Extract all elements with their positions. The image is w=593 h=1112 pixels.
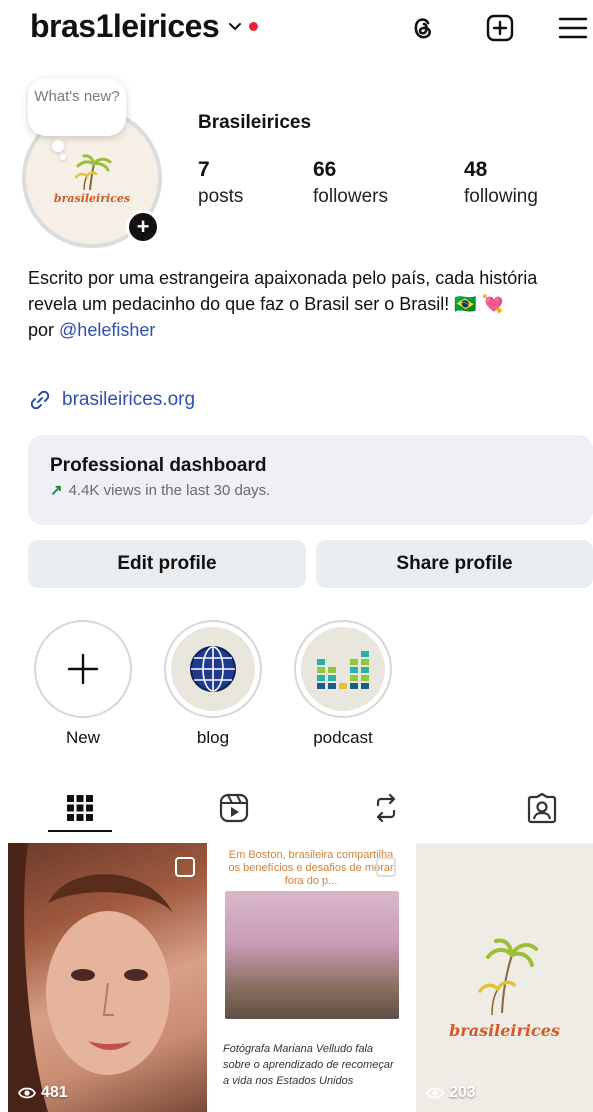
highlight-circle <box>294 620 392 718</box>
post-views: 203 <box>426 1084 476 1102</box>
notification-dot <box>249 22 259 31</box>
highlight-label: blog <box>196 728 230 747</box>
highlight-circle <box>34 620 132 718</box>
website-link-text: brasileirices.org <box>62 389 196 410</box>
professional-dashboard[interactable]: Professional dashboard ↗ 4.4K views in t… <box>28 435 593 525</box>
palm-tree-logo <box>478 938 538 1016</box>
dashboard-subtitle-row: ↗ 4.4K views in the last 30 days. <box>50 481 571 500</box>
highlight-label: podcast <box>313 728 373 747</box>
note-bubble[interactable]: What's new? <box>28 78 126 136</box>
tab-reposts[interactable] <box>366 788 406 828</box>
note-bubble-tail-small <box>60 154 66 160</box>
palm-tree-icon <box>74 153 112 190</box>
top-bar: bras1leirices <box>0 0 593 62</box>
chevron-down-icon <box>229 22 242 30</box>
tagged-icon <box>527 792 557 824</box>
threads-icon[interactable] <box>405 10 441 46</box>
eye-icon <box>426 1087 444 1099</box>
create-icon[interactable] <box>482 10 518 46</box>
tab-reels[interactable] <box>214 788 254 828</box>
stat-value: 7 <box>198 158 210 181</box>
add-story-button[interactable]: + <box>126 210 160 244</box>
tab-tagged[interactable] <box>522 788 562 828</box>
stat-followers[interactable]: 66 followers <box>313 158 388 208</box>
bio: Escrito por uma estrangeira apaixonada p… <box>28 265 588 343</box>
stat-posts[interactable]: 7 posts <box>198 158 243 208</box>
post-views-count: 203 <box>449 1084 476 1101</box>
post-thumbnail-2[interactable]: Em Boston, brasileira compartilha os ben… <box>211 843 412 1112</box>
dashboard-title: Professional dashboard <box>50 455 267 476</box>
post-thumbnail-1[interactable]: 481 <box>8 843 207 1112</box>
display-name: Brasileirices <box>198 112 312 133</box>
highlight-label: New <box>65 728 100 747</box>
menu-icon[interactable] <box>555 10 591 46</box>
profile-tabs <box>0 778 593 836</box>
carousel-icon <box>175 857 195 877</box>
highlight-cover <box>301 627 385 711</box>
bio-por: por <box>28 320 60 340</box>
dashboard-subtitle: 4.4K views in the last 30 days. <box>68 481 271 499</box>
post-views: 481 <box>18 1084 68 1102</box>
highlight-blog[interactable]: blog <box>163 620 263 748</box>
stat-label: following <box>464 186 538 207</box>
post-brand-text: brasileirices <box>449 1021 560 1040</box>
reels-icon <box>219 793 249 823</box>
trend-up-icon: ↗ <box>50 482 63 499</box>
username: bras1leirices <box>30 8 220 44</box>
website-link[interactable]: brasileirices.org <box>28 388 195 412</box>
post-headline: Em Boston, brasileira compartilha os ben… <box>228 849 394 887</box>
grid-icon <box>67 795 93 821</box>
highlight-cover <box>171 627 255 711</box>
link-icon <box>30 390 50 410</box>
plus-icon <box>67 653 99 685</box>
avatar-brand-text: brasileirices <box>53 191 131 205</box>
stat-following[interactable]: 48 following <box>464 158 538 208</box>
portrait-photo <box>8 843 173 1112</box>
stat-label: followers <box>313 186 388 207</box>
post-photo <box>225 891 399 1019</box>
bio-text: Escrito por uma estrangeira apaixonada p… <box>28 268 538 314</box>
post-caption: Fotógrafa Mariana Velludo fala sobre o a… <box>223 1043 394 1087</box>
reposts-icon <box>376 793 396 823</box>
note-bubble-tail <box>52 140 64 152</box>
highlight-podcast[interactable]: podcast <box>293 620 393 748</box>
highlight-circle <box>164 620 262 718</box>
stat-label: posts <box>198 186 244 207</box>
carousel-icon <box>376 857 396 877</box>
account-switcher[interactable]: bras1leirices <box>30 8 259 45</box>
post-views-count: 481 <box>41 1084 68 1101</box>
mention-link[interactable]: @helefisher <box>59 320 155 340</box>
post-thumbnail-3[interactable]: brasileirices 203 <box>416 843 593 1112</box>
stat-value: 66 <box>313 158 337 181</box>
active-tab-indicator <box>48 830 112 832</box>
audio-bars-icon <box>317 651 369 689</box>
tab-grid[interactable] <box>60 788 100 828</box>
edit-profile-button[interactable]: Edit profile <box>28 540 306 588</box>
eye-icon <box>18 1087 36 1099</box>
highlight-new[interactable]: New <box>33 620 133 748</box>
globe-icon <box>190 646 236 692</box>
share-profile-button[interactable]: Share profile <box>316 540 593 588</box>
stat-value: 48 <box>464 158 488 181</box>
